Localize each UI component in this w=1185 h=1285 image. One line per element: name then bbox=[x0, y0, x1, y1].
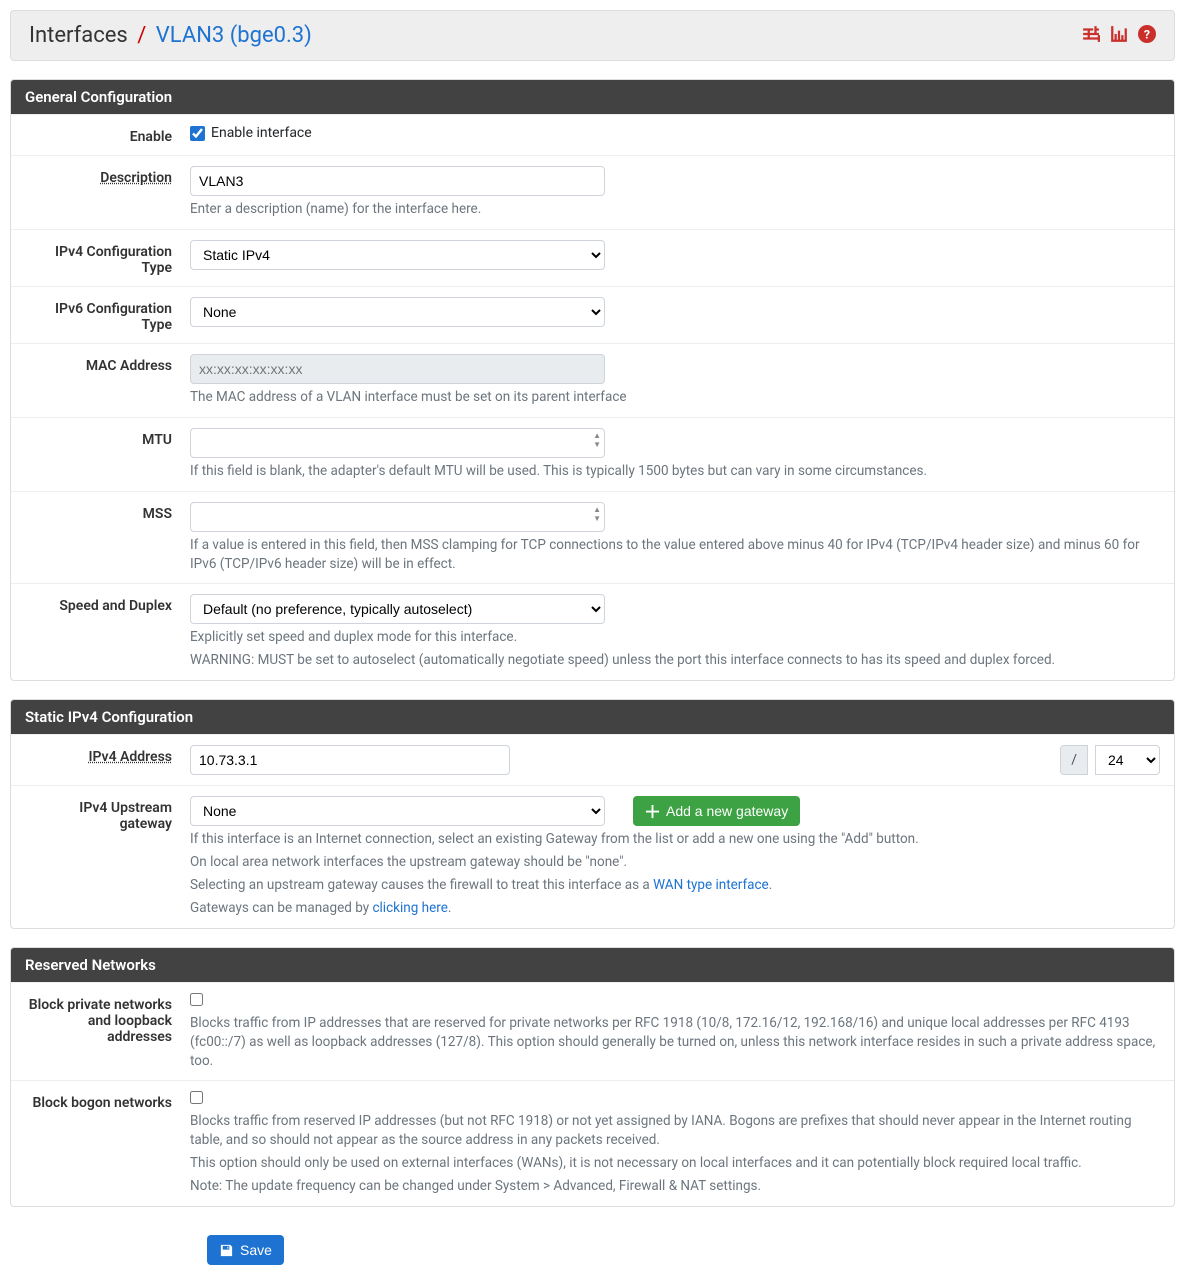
chart-icon[interactable] bbox=[1110, 25, 1128, 47]
add-gateway-label: Add a new gateway bbox=[666, 803, 788, 819]
svg-text:?: ? bbox=[1144, 28, 1150, 42]
gateways-link[interactable]: clicking here bbox=[372, 900, 447, 916]
sliders-icon[interactable] bbox=[1082, 25, 1100, 47]
breadcrumb-root: Interfaces bbox=[29, 23, 128, 48]
header-icons: ? bbox=[1082, 25, 1156, 47]
help-blockbogon1: Blocks traffic from reserved IP addresse… bbox=[190, 1112, 1160, 1150]
panel-reserved: Reserved Networks Block private networks… bbox=[10, 947, 1175, 1207]
label-ipv6type: IPv6 Configuration Type bbox=[25, 297, 190, 333]
label-ipv4type: IPv4 Configuration Type bbox=[25, 240, 190, 276]
section-header-general: General Configuration bbox=[11, 80, 1174, 114]
ipv4addr-input[interactable] bbox=[190, 745, 510, 775]
enable-text: Enable interface bbox=[211, 125, 312, 141]
label-blockpriv: Block private networks and loopback addr… bbox=[25, 993, 190, 1071]
help-gw2: On local area network interfaces the ups… bbox=[190, 853, 1160, 872]
add-gateway-button[interactable]: Add a new gateway bbox=[633, 796, 800, 826]
label-ipv4addr: IPv4 Address bbox=[25, 745, 190, 775]
label-blockbogon: Block bogon networks bbox=[25, 1091, 190, 1196]
ipv4type-select[interactable]: Static IPv4 bbox=[190, 240, 605, 270]
help-mss: If a value is entered in this field, the… bbox=[190, 536, 1160, 574]
save-label: Save bbox=[240, 1242, 272, 1258]
help-speed2: WARNING: MUST be set to autoselect (auto… bbox=[190, 651, 1160, 670]
help-mac: The MAC address of a VLAN interface must… bbox=[190, 388, 1160, 407]
panel-static-ipv4: Static IPv4 Configuration IPv4 Address /… bbox=[10, 699, 1175, 929]
gateway-select[interactable]: None bbox=[190, 796, 605, 826]
label-mss: MSS bbox=[25, 502, 190, 574]
label-mtu: MTU bbox=[25, 428, 190, 481]
section-header-static-ipv4: Static IPv4 Configuration bbox=[11, 700, 1174, 734]
label-description: Description bbox=[25, 166, 190, 219]
breadcrumb: Interfaces / VLAN3 (bge0.3) bbox=[29, 23, 312, 48]
save-button[interactable]: Save bbox=[207, 1235, 284, 1265]
description-input[interactable] bbox=[190, 166, 605, 196]
section-header-reserved: Reserved Networks bbox=[11, 948, 1174, 982]
help-gw1: If this interface is an Internet connect… bbox=[190, 830, 1160, 849]
speed-select[interactable]: Default (no preference, typically autose… bbox=[190, 594, 605, 624]
label-enable: Enable bbox=[25, 125, 190, 145]
help-blockbogon3: Note: The update frequency can be change… bbox=[190, 1177, 1160, 1196]
cidr-select[interactable]: 24 bbox=[1095, 745, 1160, 775]
mss-input[interactable] bbox=[190, 502, 605, 532]
save-icon bbox=[219, 1243, 234, 1258]
label-mac: MAC Address bbox=[25, 354, 190, 407]
breadcrumb-leaf[interactable]: VLAN3 (bge0.3) bbox=[156, 23, 312, 48]
help-blockbogon2: This option should only be used on exter… bbox=[190, 1154, 1160, 1173]
mac-input bbox=[190, 354, 605, 384]
help-blockpriv: Blocks traffic from IP addresses that ar… bbox=[190, 1014, 1160, 1071]
mtu-spinner[interactable]: ▲▼ bbox=[593, 431, 601, 449]
enable-checkbox-line[interactable]: Enable interface bbox=[190, 125, 1160, 141]
mtu-input[interactable] bbox=[190, 428, 605, 458]
help-icon[interactable]: ? bbox=[1138, 25, 1156, 47]
blockpriv-checkbox[interactable] bbox=[190, 993, 203, 1006]
wan-link[interactable]: WAN type interface bbox=[653, 877, 769, 893]
help-mtu: If this field is blank, the adapter's de… bbox=[190, 462, 1160, 481]
cidr-slash: / bbox=[1060, 745, 1088, 775]
panel-general: General Configuration Enable Enable inte… bbox=[10, 79, 1175, 681]
label-gateway: IPv4 Upstream gateway bbox=[25, 796, 190, 918]
help-speed1: Explicitly set speed and duplex mode for… bbox=[190, 628, 1160, 647]
help-gw3: Selecting an upstream gateway causes the… bbox=[190, 876, 1160, 895]
help-gw4: Gateways can be managed by clicking here… bbox=[190, 899, 1160, 918]
blockbogon-checkbox[interactable] bbox=[190, 1091, 203, 1104]
enable-checkbox[interactable] bbox=[190, 126, 205, 141]
label-speed: Speed and Duplex bbox=[25, 594, 190, 670]
plus-icon bbox=[645, 804, 660, 819]
ipv6type-select[interactable]: None bbox=[190, 297, 605, 327]
breadcrumb-sep: / bbox=[137, 23, 146, 48]
mss-spinner[interactable]: ▲▼ bbox=[593, 505, 601, 523]
help-description: Enter a description (name) for the inter… bbox=[190, 200, 1160, 219]
page-header: Interfaces / VLAN3 (bge0.3) ? bbox=[10, 10, 1175, 61]
